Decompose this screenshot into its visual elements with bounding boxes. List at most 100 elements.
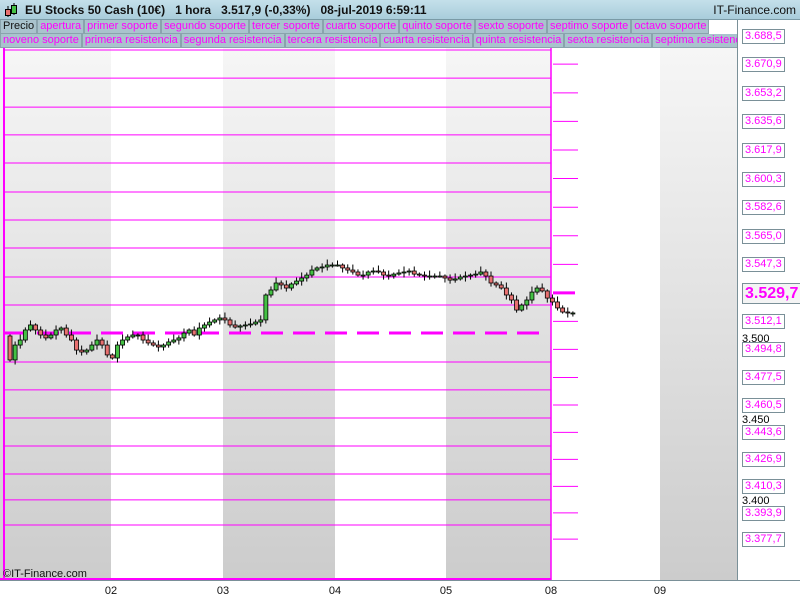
- candle-body-down: [7, 335, 13, 361]
- level-price-label: 3.426,9: [742, 452, 785, 468]
- level-price-label: 3.494,8: [742, 342, 785, 358]
- candle-body-up: [181, 332, 187, 339]
- candlestick-logo-icon: [3, 2, 19, 18]
- candle-body-down: [509, 294, 514, 301]
- candle-body-up: [48, 334, 54, 339]
- legend-item-sexto-soporte[interactable]: sexto soporte: [474, 20, 548, 34]
- candle-body-up: [217, 317, 223, 321]
- candle-body-up: [289, 283, 294, 289]
- level-price-label: 3.460,5: [742, 397, 785, 413]
- legend-item-octavo-soporte[interactable]: octavo soporte: [631, 20, 710, 34]
- legend-item-segundo-soporte[interactable]: segundo soporte: [161, 20, 250, 34]
- candle-body-down: [386, 274, 392, 277]
- legend-item-septimo-soporte[interactable]: septimo soporte: [547, 20, 632, 34]
- candle-body-up: [115, 344, 120, 359]
- candle-body-up: [135, 334, 141, 337]
- candle-body-up: [427, 275, 433, 278]
- candle-body-up: [324, 264, 330, 268]
- legend-item-segunda-resistencia[interactable]: segunda resistencia: [180, 34, 285, 48]
- date-tick-label: 04: [328, 585, 342, 597]
- current-price-label: 3.529,7: [742, 282, 800, 304]
- candle-body-up: [12, 344, 18, 361]
- candle-body-up: [212, 319, 218, 323]
- legend-item-primera-resistencia[interactable]: primera resistencia: [81, 34, 181, 48]
- candle-body-up: [473, 273, 479, 276]
- candle-body-down: [539, 287, 545, 292]
- candle-body-down: [560, 307, 566, 313]
- candle-body-up: [253, 321, 259, 325]
- candle-body-down: [550, 297, 555, 303]
- date-tick-label: 08: [544, 585, 558, 597]
- candle-body-down: [555, 301, 560, 309]
- candle-body-down: [99, 339, 105, 346]
- level-price-label: 3.617,9: [742, 143, 785, 158]
- candle-body-up: [478, 271, 484, 275]
- legend-item-septima-resistencia[interactable]: septima resistencia: [652, 34, 737, 48]
- legend-item-quinta-resistencia[interactable]: quinta resistencia: [472, 34, 565, 48]
- level-price-label: 3.547,3: [742, 257, 785, 273]
- candle-body-down: [498, 284, 504, 289]
- candle-body-down: [355, 271, 361, 276]
- legend-item-cuarto-soporte[interactable]: cuarto soporte: [322, 20, 400, 34]
- candle-body-up: [529, 291, 535, 301]
- candle-body-up: [329, 264, 335, 267]
- legend-item-quinto-soporte[interactable]: quinto soporte: [399, 20, 475, 34]
- legend-item-apertura[interactable]: apertura: [37, 20, 85, 34]
- date-tick-label: 02: [104, 585, 118, 597]
- price-chart: [0, 35, 737, 580]
- candle-body-up: [570, 312, 576, 315]
- level-price-label: 3.600,3: [742, 171, 785, 187]
- candle-body-up: [534, 287, 540, 293]
- candle-body-down: [503, 287, 509, 296]
- price-axis: 3.500 3.450 3.400 3.688,5 3.670,9 3.653,2 3.63…: [737, 20, 800, 580]
- candle-body-down: [191, 329, 197, 336]
- candle-body-down: [222, 317, 228, 321]
- candle-body-up: [360, 274, 366, 277]
- candle-body-up: [524, 299, 530, 306]
- legend-item-noveno-soporte[interactable]: noveno soporte: [0, 34, 82, 48]
- candle-body-down: [38, 329, 44, 336]
- legend-item-cuarta-resistencia[interactable]: cuarta resistencia: [380, 34, 473, 48]
- candle-body-up: [161, 344, 166, 348]
- candle-body-up: [365, 271, 371, 276]
- level-price-label: 3.565,0: [742, 228, 785, 244]
- brand-label[interactable]: IT-Finance.com: [713, 3, 796, 17]
- candle-body-up: [28, 324, 33, 331]
- instrument-title: EU Stocks 50 Cash (10€) 1 hora 3.517,9 (…: [25, 2, 427, 17]
- candle-body-down: [79, 349, 85, 353]
- candle-body-up: [463, 275, 468, 278]
- candle-body-down: [283, 284, 289, 289]
- candle-body-up: [207, 321, 212, 326]
- candle-body-up: [196, 327, 202, 336]
- candle-body-down: [155, 344, 161, 348]
- candle-body-up: [335, 264, 340, 267]
- candle-body-up: [304, 274, 310, 279]
- candle-body-up: [391, 273, 397, 277]
- candle-body-up: [406, 270, 412, 273]
- candle-body-down: [278, 282, 284, 286]
- candle-body-up: [58, 327, 64, 331]
- candle-body-down: [74, 339, 79, 351]
- candle-body-down: [483, 271, 489, 277]
- candle-body-down: [145, 339, 151, 344]
- level-price-label: 3.688,5: [742, 28, 785, 44]
- candle-body-up: [319, 266, 325, 269]
- legend-item-primer-soporte[interactable]: primer soporte: [84, 20, 162, 34]
- candle-body-up: [237, 325, 243, 328]
- level-price-label: 3.410,3: [742, 479, 785, 495]
- level-price-label: 3.635,6: [742, 114, 785, 130]
- level-price-label: 3.512,1: [742, 314, 785, 330]
- candle-body-down: [43, 334, 49, 339]
- legend-item-tercera-resistencia[interactable]: tercera resistencia: [284, 34, 381, 48]
- level-price-label: 3.393,9: [742, 505, 785, 521]
- legend-row-1: Precio apertura primer soporte segundo sopo…: [0, 20, 710, 34]
- candle-body-down: [544, 290, 550, 299]
- candle: [7, 334, 13, 362]
- date-tick-label: 03: [216, 585, 230, 597]
- candle-body-up: [432, 275, 438, 278]
- legend-item-Precio[interactable]: Precio: [0, 20, 38, 34]
- legend-item-tercer-soporte[interactable]: tercer soporte: [249, 20, 323, 34]
- candle-body-up: [166, 341, 172, 346]
- legend-item-sexta-resistencia[interactable]: sexta resistencia: [564, 34, 653, 48]
- candle-body-up: [171, 339, 177, 343]
